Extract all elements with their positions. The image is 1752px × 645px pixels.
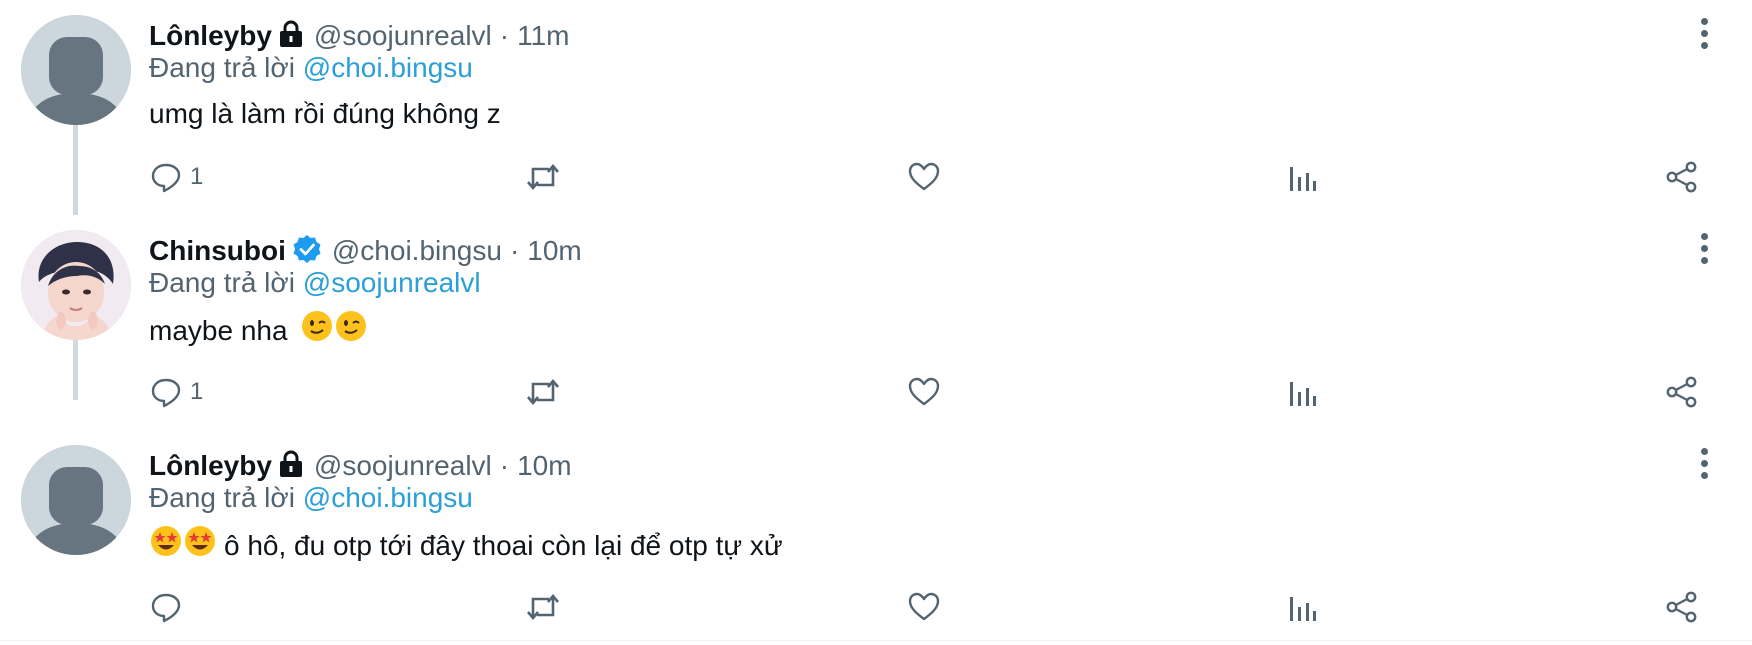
retweet-icon	[527, 593, 559, 621]
reply-button[interactable]: 1	[150, 373, 203, 411]
tweet-text: maybe nha	[149, 310, 368, 352]
default-avatar-icon	[21, 15, 131, 125]
separator: ·	[499, 20, 510, 51]
views-button[interactable]	[1287, 373, 1325, 411]
share-button[interactable]	[1665, 588, 1699, 626]
share-icon	[1666, 376, 1697, 408]
tweet-header: Lônleyby @soojunrealvl · 11m	[149, 16, 569, 56]
replying-to: Đang trả lời @choi.bingsu	[149, 482, 473, 514]
tweet[interactable]: Lônleyby @soojunrealvl · 11m Đang trả lờ…	[0, 0, 1752, 215]
verified-badge-icon	[292, 234, 322, 269]
tweet-text-content: ô hô, đu otp tới đây thoai còn lại để ot…	[224, 529, 783, 561]
tweet[interactable]: Chinsuboi @choi.bingsu · 10m Đang trả lờ…	[0, 215, 1752, 430]
timestamp[interactable]: 10m	[527, 235, 581, 267]
views-chart-icon	[1290, 167, 1316, 191]
reply-count: 1	[190, 163, 204, 190]
replying-to-link[interactable]: @soojunrealvl	[303, 267, 481, 298]
profile-photo-icon	[21, 230, 131, 340]
reply-count: 1	[190, 378, 204, 405]
tweet-text: ô hô, đu otp tới đây thoai còn lại để ot…	[149, 525, 783, 567]
views-chart-icon	[1290, 382, 1316, 406]
replying-to: Đang trả lời @choi.bingsu	[149, 52, 473, 84]
replying-to: Đang trả lời @soojunrealvl	[149, 267, 481, 299]
reply-icon	[151, 163, 181, 193]
share-button[interactable]	[1665, 158, 1699, 196]
replying-to-label: Đang trả lời	[149, 267, 295, 298]
tweet-header: Lônleyby @soojunrealvl · 10m	[149, 446, 572, 486]
like-button[interactable]	[907, 588, 949, 626]
user-handle[interactable]: @soojunrealvl	[314, 450, 492, 482]
default-avatar-icon	[21, 445, 131, 555]
share-button[interactable]	[1665, 373, 1699, 411]
tweet[interactable]: Lônleyby @soojunrealvl · 10m Đang trả lờ…	[0, 430, 1752, 645]
star-struck-icon	[150, 525, 182, 564]
retweet-icon	[527, 163, 559, 191]
lock-icon	[278, 450, 304, 483]
divider	[0, 640, 1752, 641]
user-handle[interactable]: @choi.bingsu	[332, 235, 502, 267]
retweet-icon	[527, 378, 559, 406]
lock-icon	[278, 20, 304, 53]
more-options-icon[interactable]	[1698, 18, 1710, 52]
tweet-text-content: maybe nha	[149, 314, 288, 346]
replying-to-label: Đang trả lời	[149, 52, 295, 83]
replying-to-link[interactable]: @choi.bingsu	[303, 482, 473, 513]
retweet-button[interactable]	[525, 158, 569, 196]
reply-button[interactable]: 1	[150, 158, 203, 196]
views-chart-icon	[1290, 597, 1316, 621]
timestamp[interactable]: 11m	[517, 20, 569, 52]
share-icon	[1666, 161, 1697, 193]
display-name[interactable]: Lônleyby	[149, 450, 272, 482]
tweet-actions: 1	[0, 373, 1752, 413]
tweet-text: umg là làm rồi đúng không z	[149, 98, 501, 129]
separator: ·	[509, 235, 520, 266]
heart-icon	[908, 592, 940, 621]
reply-icon	[151, 378, 181, 408]
reply-button[interactable]	[150, 588, 190, 626]
avatar[interactable]	[21, 445, 131, 555]
retweet-button[interactable]	[525, 588, 569, 626]
winking-face-icon	[301, 310, 333, 349]
like-button[interactable]	[907, 158, 949, 196]
replying-to-label: Đang trả lời	[149, 482, 295, 513]
like-button[interactable]	[907, 373, 949, 411]
views-button[interactable]	[1287, 588, 1325, 626]
tweet-actions	[0, 588, 1752, 628]
tweet-thread: Lônleyby @soojunrealvl · 11m Đang trả lờ…	[0, 0, 1752, 645]
heart-icon	[908, 377, 940, 406]
user-handle[interactable]: @soojunrealvl	[314, 20, 492, 52]
timestamp[interactable]: 10m	[517, 450, 571, 482]
more-options-icon[interactable]	[1698, 448, 1710, 482]
separator: ·	[499, 450, 510, 481]
avatar[interactable]	[21, 230, 131, 340]
star-struck-icon	[184, 525, 216, 564]
display-name[interactable]: Chinsuboi	[149, 235, 286, 267]
avatar[interactable]	[21, 15, 131, 125]
display-name[interactable]: Lônleyby	[149, 20, 272, 52]
more-options-icon[interactable]	[1698, 233, 1710, 267]
retweet-button[interactable]	[525, 373, 569, 411]
winking-face-icon	[335, 310, 367, 349]
share-icon	[1666, 591, 1697, 623]
heart-icon	[908, 162, 940, 191]
tweet-header: Chinsuboi @choi.bingsu · 10m	[149, 231, 582, 271]
reply-icon	[151, 593, 181, 623]
tweet-actions: 1	[0, 158, 1752, 198]
replying-to-link[interactable]: @choi.bingsu	[303, 52, 473, 83]
views-button[interactable]	[1287, 158, 1325, 196]
